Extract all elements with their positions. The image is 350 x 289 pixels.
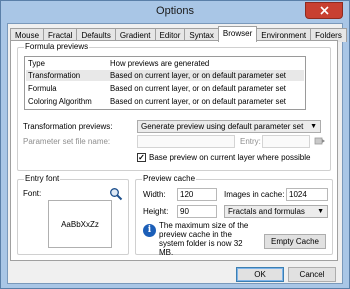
entry-input[interactable] — [262, 135, 310, 148]
preview-cache-group: Preview cache Width: 120 Images in cache… — [135, 174, 333, 257]
entry-label: Entry: — [240, 137, 261, 146]
ok-button[interactable]: OK — [236, 267, 284, 282]
magnifier-icon — [110, 188, 123, 201]
list-item[interactable]: Transformation Based on current layer, o… — [26, 70, 304, 81]
font-sample-text: AaBbXxZz — [61, 219, 99, 229]
window-title: Options — [156, 5, 194, 17]
list-item[interactable]: Formula Based on current layer, or on de… — [26, 83, 304, 94]
cache-type-select[interactable]: Fractals and formulas ▼ — [224, 205, 328, 218]
browse-icon — [314, 137, 325, 145]
empty-cache-button[interactable]: Empty Cache — [264, 234, 326, 249]
options-window: Options Mouse Fractal Defaults Gradient … — [0, 0, 350, 289]
column-how-header[interactable]: How previews are generated — [110, 58, 209, 69]
row-type: Transformation — [28, 71, 81, 80]
list-item[interactable]: Coloring Algorithm Based on current laye… — [26, 96, 304, 107]
info-icon: i — [143, 224, 156, 237]
height-label: Height: — [143, 207, 169, 216]
choose-font-button[interactable] — [109, 187, 123, 201]
dialog-client: Mouse Fractal Defaults Gradient Editor S… — [7, 23, 347, 284]
parameter-file-label: Parameter set file name: — [23, 137, 111, 146]
height-input[interactable]: 90 — [177, 205, 217, 218]
formula-previews-label: Formula previews — [24, 42, 90, 52]
base-preview-label[interactable]: Base preview on current layer where poss… — [149, 153, 310, 162]
tab-browser[interactable]: Browser — [217, 26, 258, 42]
transformation-previews-value: Generate preview using default parameter… — [141, 122, 304, 131]
list-header: Type How previews are generated — [26, 58, 304, 69]
browse-entry-button[interactable] — [314, 135, 326, 147]
row-how: Based on current layer, or on default pa… — [110, 71, 286, 80]
font-label: Font: — [23, 189, 42, 198]
transformation-previews-label: Transformation previews: — [23, 122, 113, 131]
cancel-button[interactable]: Cancel — [288, 267, 336, 282]
row-type: Formula — [28, 84, 57, 93]
preview-cache-label: Preview cache — [142, 174, 197, 184]
column-type-header[interactable]: Type — [28, 58, 45, 69]
preview-types-list[interactable]: Type How previews are generated Transfor… — [24, 56, 306, 110]
images-in-cache-label: Images in cache: — [224, 190, 285, 199]
transformation-previews-select[interactable]: Generate preview using default parameter… — [137, 120, 321, 133]
title-bar[interactable]: Options — [1, 1, 349, 22]
width-label: Width: — [143, 190, 166, 199]
chevron-down-icon: ▼ — [317, 208, 324, 215]
entry-font-group: Entry font Font: AaBbXxZz — [17, 174, 129, 255]
close-icon — [319, 6, 329, 15]
chevron-down-icon: ▼ — [310, 123, 317, 130]
formula-previews-group: Formula previews Type How previews are g… — [17, 42, 331, 171]
row-type: Coloring Algorithm — [28, 97, 92, 106]
close-button[interactable] — [305, 2, 343, 19]
font-sample-box: AaBbXxZz — [48, 200, 112, 248]
entry-font-label: Entry font — [24, 174, 61, 184]
browser-page: Formula previews Type How previews are g… — [10, 40, 338, 261]
tab-strip: Mouse Fractal Defaults Gradient Editor S… — [10, 26, 347, 42]
images-in-cache-input[interactable]: 1024 — [286, 188, 328, 201]
cache-info-text: The maximum size of the preview cache in… — [159, 221, 249, 257]
row-how: Based on current layer, or on default pa… — [110, 97, 286, 106]
parameter-file-input[interactable] — [137, 135, 235, 148]
cache-type-value: Fractals and formulas — [228, 207, 305, 216]
row-how: Based on current layer, or on default pa… — [110, 84, 286, 93]
base-preview-checkbox[interactable]: ✓ — [137, 153, 146, 162]
width-input[interactable]: 120 — [177, 188, 217, 201]
